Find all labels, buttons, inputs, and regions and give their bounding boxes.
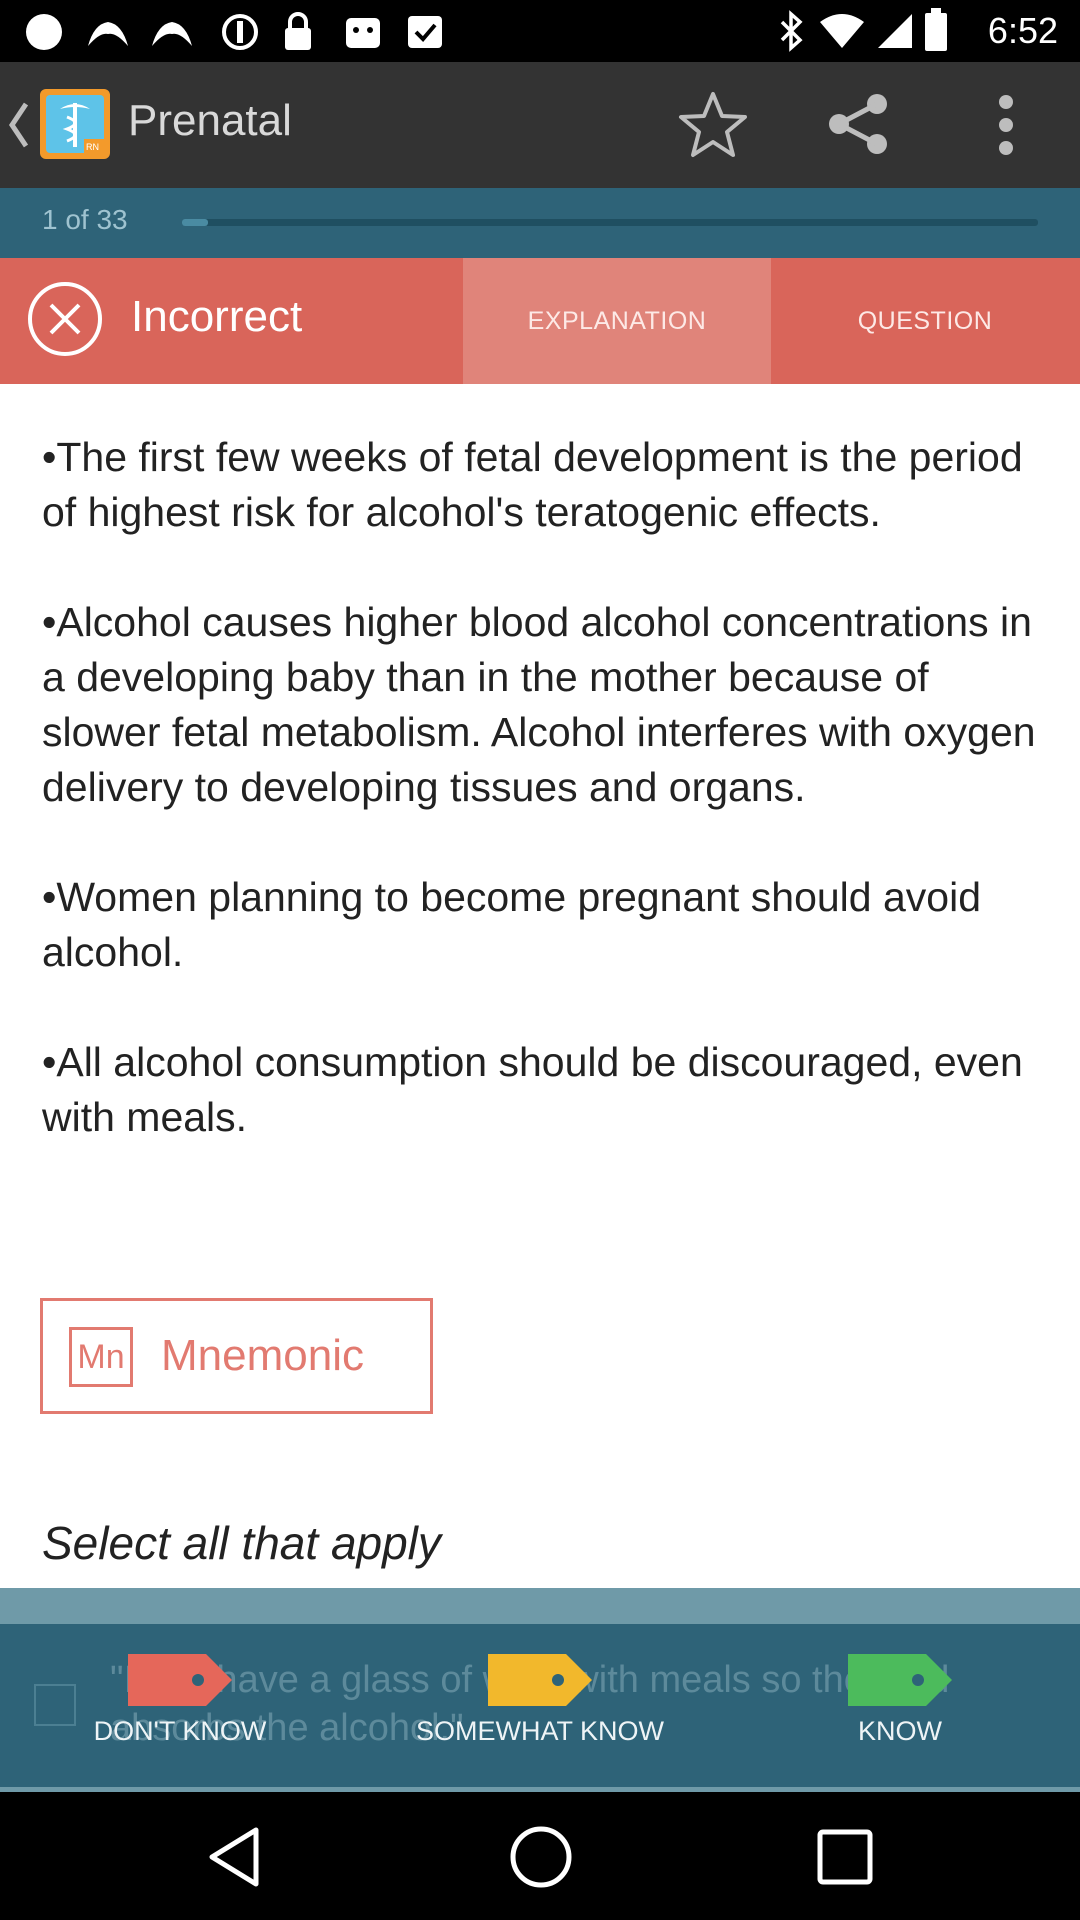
status-bar: 6:52	[0, 0, 1080, 62]
progress-strip: 1 of 33	[0, 188, 1080, 258]
wifi-icon	[820, 14, 864, 48]
know-button[interactable]: KNOW	[750, 1654, 1050, 1747]
confidence-bar: "I can have a glass of wine with meals s…	[0, 1624, 1080, 1792]
explanation-text: •The first few weeks of fetal developmen…	[42, 430, 1052, 1145]
alarm-off-icon	[222, 14, 258, 50]
star-icon[interactable]	[678, 90, 748, 160]
wing-icon	[152, 22, 192, 46]
somewhat-know-button[interactable]: SOMEWHAT KNOW	[390, 1654, 690, 1747]
progress-label: 1 of 33	[42, 204, 128, 235]
mnemonic-button[interactable]: Mn Mnemonic	[40, 1298, 433, 1414]
explanation-paragraph: •Women planning to become pregnant shoul…	[42, 874, 981, 975]
share-icon[interactable]	[827, 92, 891, 156]
progress-track	[182, 219, 1038, 226]
circle-icon	[26, 14, 62, 50]
progress-fill	[182, 219, 208, 226]
nav-home-icon[interactable]	[506, 1822, 576, 1892]
explanation-paragraph: •Alcohol causes higher blood alcohol con…	[42, 599, 1036, 810]
wing-icon	[88, 22, 128, 46]
question-instruction: Select all that apply	[42, 1517, 441, 1569]
result-bar: Incorrect EXPLANATION QUESTION	[0, 258, 1080, 384]
tab-explanation[interactable]: EXPLANATION	[463, 258, 771, 384]
app-bar: RN Prenatal	[0, 62, 1080, 188]
back-chevron-icon[interactable]	[8, 100, 30, 150]
explanation-paragraph: •The first few weeks of fetal developmen…	[42, 434, 1023, 535]
option-divider	[0, 1588, 1080, 1624]
incorrect-x-icon	[28, 282, 102, 356]
caduceus-icon: RN	[46, 95, 104, 153]
somewhat-know-label: SOMEWHAT KNOW	[416, 1716, 664, 1746]
nav-recents-icon[interactable]	[810, 1822, 880, 1892]
page-title: Prenatal	[128, 96, 292, 145]
signal-icon	[878, 14, 912, 48]
tag-icon	[128, 1654, 232, 1706]
app-logo[interactable]: RN	[40, 89, 110, 159]
mnemonic-label: Mnemonic	[161, 1331, 364, 1380]
tab-question[interactable]: QUESTION	[771, 258, 1079, 384]
calendar-check-icon	[408, 16, 442, 48]
navigation-bar	[0, 1792, 1080, 1920]
status-time: 6:52	[987, 10, 1058, 51]
logo-badge: RN	[86, 142, 99, 152]
tag-icon	[848, 1654, 952, 1706]
dont-know-button[interactable]: DON'T KNOW	[30, 1654, 330, 1747]
store-icon	[346, 18, 380, 48]
dont-know-label: DON'T KNOW	[93, 1716, 267, 1746]
more-vert-icon[interactable]	[990, 90, 1022, 160]
tag-icon	[488, 1654, 592, 1706]
explanation-paragraph: •All alcohol consumption should be disco…	[42, 1039, 1023, 1140]
lock-icon	[285, 12, 311, 50]
nav-back-icon[interactable]	[200, 1822, 270, 1892]
mnemonic-icon: Mn	[69, 1327, 133, 1387]
result-label: Incorrect	[131, 292, 303, 341]
know-label: KNOW	[858, 1716, 942, 1746]
battery-icon	[925, 8, 947, 51]
bluetooth-icon	[780, 10, 803, 52]
explanation-panel: •The first few weeks of fetal developmen…	[0, 384, 1080, 1588]
